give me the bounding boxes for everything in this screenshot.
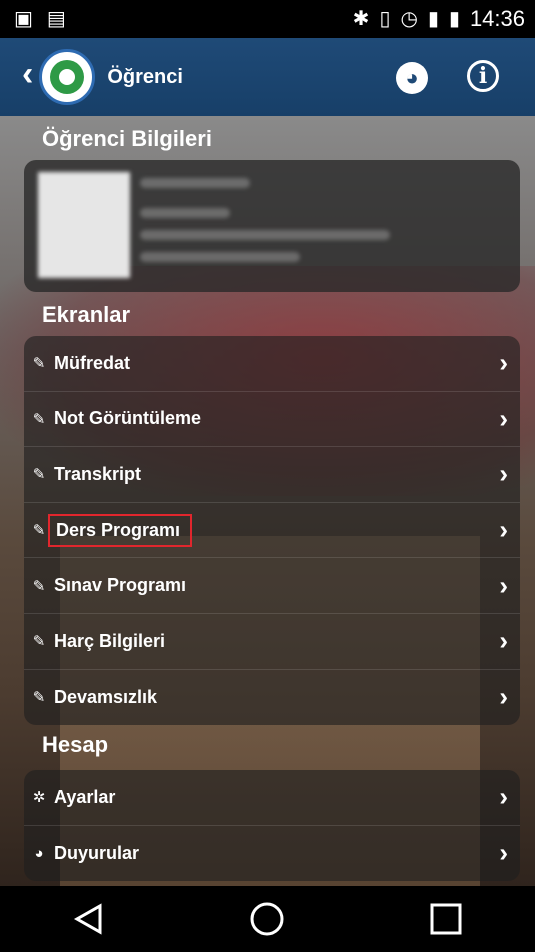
- menu-item-duyurular[interactable]: ◕ Duyurular ›: [24, 826, 520, 882]
- globe-icon[interactable]: ◕: [396, 62, 428, 94]
- status-left-icons: ▣ ▤: [0, 9, 66, 29]
- menu-item-mufredat[interactable]: ✎ Müfredat ›: [24, 336, 520, 392]
- blurred-line: [140, 208, 230, 218]
- menu-item-label: Ayarlar: [54, 786, 116, 807]
- menu-item-label: Transkript: [54, 463, 142, 484]
- file-icon: ▤: [46, 8, 66, 30]
- screens-menu: ✎ Müfredat › ✎ Not Görüntüleme › ✎ Trans…: [24, 336, 520, 726]
- image-icon: ▣: [14, 8, 33, 30]
- chevron-right-icon: ›: [499, 458, 508, 489]
- menu-item-label: Sınav Programı: [54, 575, 187, 596]
- menu-item-label: Devamsızlık: [54, 686, 158, 707]
- pencil-icon: ✎: [32, 522, 46, 540]
- pencil-icon: ✎: [32, 410, 46, 428]
- gear-icon: ✲: [32, 789, 46, 807]
- blurred-line: [140, 230, 390, 240]
- blurred-name: [140, 178, 250, 188]
- menu-item-harc-bilgileri[interactable]: ✎ Harç Bilgileri ›: [24, 614, 520, 670]
- menu-item-not-goruntuleme[interactable]: ✎ Not Görüntüleme ›: [24, 392, 520, 448]
- menu-item-label: Harç Bilgileri: [54, 630, 166, 651]
- student-info-title: Öğrenci Bilgileri: [42, 126, 212, 151]
- pencil-icon: ✎: [32, 633, 46, 651]
- chevron-right-icon: ›: [499, 514, 508, 545]
- chevron-right-icon: ›: [499, 781, 508, 812]
- university-logo: [39, 49, 96, 105]
- pencil-icon: ✎: [32, 689, 46, 707]
- home-nav-icon[interactable]: [245, 897, 289, 941]
- signal-icon: ▮: [427, 8, 439, 30]
- system-nav-bar: [0, 886, 535, 952]
- vibrate-icon: ▯: [379, 8, 391, 30]
- globe-icon: ◕: [34, 844, 44, 862]
- account-title: Hesap: [42, 732, 109, 757]
- blurred-line: [140, 252, 300, 262]
- menu-item-label: Ders Programı: [47, 513, 193, 547]
- chevron-right-icon: ›: [499, 625, 508, 656]
- main-content[interactable]: Öğrenci Bilgileri Ekranlar ✎ Müfredat › …: [0, 116, 535, 886]
- chevron-right-icon: ›: [499, 403, 508, 434]
- pencil-icon: ✎: [32, 577, 46, 595]
- menu-item-label: Duyurular: [54, 842, 140, 863]
- student-photo: [38, 172, 130, 278]
- status-right-icons: ✱ ▯ ◷ ▮ ▮ 14:36: [353, 6, 535, 32]
- info-icon[interactable]: i: [467, 60, 499, 92]
- screens-title: Ekranlar: [42, 302, 131, 327]
- menu-item-transkript[interactable]: ✎ Transkript ›: [24, 447, 520, 503]
- back-icon[interactable]: ‹: [22, 55, 33, 94]
- menu-item-devamsizlik[interactable]: ✎ Devamsızlık ›: [24, 670, 520, 726]
- menu-item-ders-programi[interactable]: ✎ Ders Programı ›: [24, 503, 520, 559]
- alarm-icon: ◷: [400, 8, 418, 30]
- app-title: Öğrenci: [107, 65, 183, 88]
- menu-item-sinav-programi[interactable]: ✎ Sınav Programı ›: [24, 558, 520, 614]
- menu-item-label: Not Görüntüleme: [54, 408, 201, 429]
- menu-item-ayarlar[interactable]: ✲ Ayarlar ›: [24, 770, 520, 826]
- chevron-right-icon: ›: [499, 681, 508, 712]
- profile-card: [24, 160, 520, 292]
- menu-item-label: Müfredat: [54, 352, 130, 373]
- account-menu: ✲ Ayarlar › ◕ Duyurular ›: [24, 770, 520, 882]
- back-nav-icon[interactable]: [67, 897, 111, 941]
- battery-icon: ▮: [448, 8, 460, 30]
- chevron-right-icon: ›: [499, 570, 508, 601]
- status-bar: ▣ ▤ ✱ ▯ ◷ ▮ ▮ 14:36: [0, 0, 535, 38]
- recents-nav-icon[interactable]: [424, 897, 468, 941]
- pencil-icon: ✎: [32, 355, 46, 373]
- chevron-right-icon: ›: [499, 837, 508, 868]
- app-bar: ‹ Öğrenci: [0, 38, 535, 118]
- pencil-icon: ✎: [32, 466, 46, 484]
- chevron-right-icon: ›: [499, 347, 508, 378]
- bluetooth-icon: ✱: [352, 8, 370, 30]
- status-time: 14:36: [469, 6, 525, 31]
